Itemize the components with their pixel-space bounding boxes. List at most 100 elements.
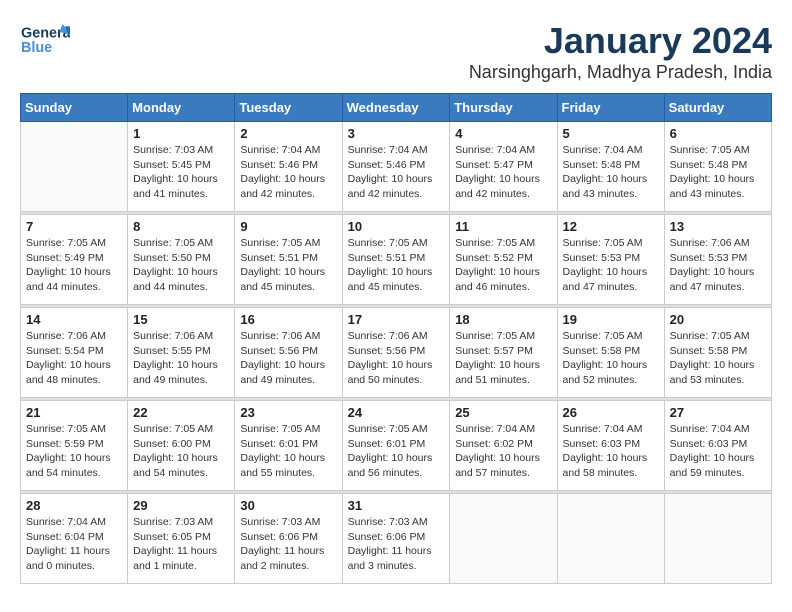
day-number: 24 xyxy=(348,405,445,420)
page-header: General Blue January 2024 Narsinghgarh, … xyxy=(20,20,772,83)
calendar-week-row: 28 Sunrise: 7:04 AMSunset: 6:04 PMDaylig… xyxy=(21,494,772,584)
cell-info: Sunrise: 7:05 AMSunset: 5:59 PMDaylight:… xyxy=(26,422,122,481)
table-row: 23 Sunrise: 7:05 AMSunset: 6:01 PMDaylig… xyxy=(235,401,342,491)
day-number: 17 xyxy=(348,312,445,327)
day-number: 7 xyxy=(26,219,122,234)
day-number: 31 xyxy=(348,498,445,513)
calendar-title: January 2024 xyxy=(469,20,772,62)
table-row: 4 Sunrise: 7:04 AMSunset: 5:47 PMDayligh… xyxy=(450,122,557,212)
cell-info: Sunrise: 7:05 AMSunset: 5:50 PMDaylight:… xyxy=(133,236,229,295)
day-number: 19 xyxy=(563,312,659,327)
day-number: 10 xyxy=(348,219,445,234)
day-number: 22 xyxy=(133,405,229,420)
cell-info: Sunrise: 7:05 AMSunset: 5:51 PMDaylight:… xyxy=(348,236,445,295)
cell-info: Sunrise: 7:05 AMSunset: 5:52 PMDaylight:… xyxy=(455,236,551,295)
table-row xyxy=(450,494,557,584)
day-number: 14 xyxy=(26,312,122,327)
table-row: 8 Sunrise: 7:05 AMSunset: 5:50 PMDayligh… xyxy=(128,215,235,305)
cell-info: Sunrise: 7:04 AMSunset: 6:03 PMDaylight:… xyxy=(563,422,659,481)
table-row xyxy=(664,494,771,584)
table-row: 7 Sunrise: 7:05 AMSunset: 5:49 PMDayligh… xyxy=(21,215,128,305)
table-row xyxy=(557,494,664,584)
day-number: 3 xyxy=(348,126,445,141)
calendar-week-row: 7 Sunrise: 7:05 AMSunset: 5:49 PMDayligh… xyxy=(21,215,772,305)
table-row: 21 Sunrise: 7:05 AMSunset: 5:59 PMDaylig… xyxy=(21,401,128,491)
day-number: 12 xyxy=(563,219,659,234)
table-row: 25 Sunrise: 7:04 AMSunset: 6:02 PMDaylig… xyxy=(450,401,557,491)
logo-icon: General Blue xyxy=(20,20,70,60)
day-number: 8 xyxy=(133,219,229,234)
table-row: 6 Sunrise: 7:05 AMSunset: 5:48 PMDayligh… xyxy=(664,122,771,212)
table-row: 28 Sunrise: 7:04 AMSunset: 6:04 PMDaylig… xyxy=(21,494,128,584)
cell-info: Sunrise: 7:06 AMSunset: 5:53 PMDaylight:… xyxy=(670,236,766,295)
day-number: 29 xyxy=(133,498,229,513)
cell-info: Sunrise: 7:04 AMSunset: 6:04 PMDaylight:… xyxy=(26,515,122,574)
day-number: 20 xyxy=(670,312,766,327)
cell-info: Sunrise: 7:03 AMSunset: 5:45 PMDaylight:… xyxy=(133,143,229,202)
table-row: 16 Sunrise: 7:06 AMSunset: 5:56 PMDaylig… xyxy=(235,308,342,398)
cell-info: Sunrise: 7:06 AMSunset: 5:56 PMDaylight:… xyxy=(348,329,445,388)
table-row: 11 Sunrise: 7:05 AMSunset: 5:52 PMDaylig… xyxy=(450,215,557,305)
cell-info: Sunrise: 7:06 AMSunset: 5:56 PMDaylight:… xyxy=(240,329,336,388)
table-row: 30 Sunrise: 7:03 AMSunset: 6:06 PMDaylig… xyxy=(235,494,342,584)
cell-info: Sunrise: 7:05 AMSunset: 5:49 PMDaylight:… xyxy=(26,236,122,295)
calendar-header-row: Sunday Monday Tuesday Wednesday Thursday… xyxy=(21,94,772,122)
day-number: 28 xyxy=(26,498,122,513)
cell-info: Sunrise: 7:05 AMSunset: 6:01 PMDaylight:… xyxy=(240,422,336,481)
table-row: 26 Sunrise: 7:04 AMSunset: 6:03 PMDaylig… xyxy=(557,401,664,491)
day-number: 11 xyxy=(455,219,551,234)
day-number: 13 xyxy=(670,219,766,234)
day-number: 15 xyxy=(133,312,229,327)
cell-info: Sunrise: 7:03 AMSunset: 6:06 PMDaylight:… xyxy=(240,515,336,574)
table-row: 5 Sunrise: 7:04 AMSunset: 5:48 PMDayligh… xyxy=(557,122,664,212)
svg-text:Blue: Blue xyxy=(21,40,52,56)
cell-info: Sunrise: 7:05 AMSunset: 5:53 PMDaylight:… xyxy=(563,236,659,295)
table-row: 31 Sunrise: 7:03 AMSunset: 6:06 PMDaylig… xyxy=(342,494,450,584)
cell-info: Sunrise: 7:05 AMSunset: 5:58 PMDaylight:… xyxy=(563,329,659,388)
table-row: 2 Sunrise: 7:04 AMSunset: 5:46 PMDayligh… xyxy=(235,122,342,212)
day-number: 26 xyxy=(563,405,659,420)
table-row: 1 Sunrise: 7:03 AMSunset: 5:45 PMDayligh… xyxy=(128,122,235,212)
cell-info: Sunrise: 7:03 AMSunset: 6:06 PMDaylight:… xyxy=(348,515,445,574)
header-saturday: Saturday xyxy=(664,94,771,122)
day-number: 4 xyxy=(455,126,551,141)
calendar-week-row: 14 Sunrise: 7:06 AMSunset: 5:54 PMDaylig… xyxy=(21,308,772,398)
day-number: 9 xyxy=(240,219,336,234)
table-row: 3 Sunrise: 7:04 AMSunset: 5:46 PMDayligh… xyxy=(342,122,450,212)
cell-info: Sunrise: 7:05 AMSunset: 5:58 PMDaylight:… xyxy=(670,329,766,388)
cell-info: Sunrise: 7:04 AMSunset: 5:47 PMDaylight:… xyxy=(455,143,551,202)
day-number: 1 xyxy=(133,126,229,141)
day-number: 6 xyxy=(670,126,766,141)
cell-info: Sunrise: 7:05 AMSunset: 6:00 PMDaylight:… xyxy=(133,422,229,481)
cell-info: Sunrise: 7:05 AMSunset: 5:51 PMDaylight:… xyxy=(240,236,336,295)
day-number: 25 xyxy=(455,405,551,420)
day-number: 30 xyxy=(240,498,336,513)
cell-info: Sunrise: 7:04 AMSunset: 6:02 PMDaylight:… xyxy=(455,422,551,481)
table-row: 19 Sunrise: 7:05 AMSunset: 5:58 PMDaylig… xyxy=(557,308,664,398)
table-row: 20 Sunrise: 7:05 AMSunset: 5:58 PMDaylig… xyxy=(664,308,771,398)
cell-info: Sunrise: 7:04 AMSunset: 5:46 PMDaylight:… xyxy=(348,143,445,202)
cell-info: Sunrise: 7:04 AMSunset: 5:48 PMDaylight:… xyxy=(563,143,659,202)
day-number: 21 xyxy=(26,405,122,420)
table-row: 29 Sunrise: 7:03 AMSunset: 6:05 PMDaylig… xyxy=(128,494,235,584)
day-number: 16 xyxy=(240,312,336,327)
cell-info: Sunrise: 7:06 AMSunset: 5:55 PMDaylight:… xyxy=(133,329,229,388)
title-section: January 2024 Narsinghgarh, Madhya Prades… xyxy=(469,20,772,83)
calendar-table: Sunday Monday Tuesday Wednesday Thursday… xyxy=(20,93,772,584)
day-number: 2 xyxy=(240,126,336,141)
table-row: 22 Sunrise: 7:05 AMSunset: 6:00 PMDaylig… xyxy=(128,401,235,491)
table-row: 15 Sunrise: 7:06 AMSunset: 5:55 PMDaylig… xyxy=(128,308,235,398)
calendar-week-row: 21 Sunrise: 7:05 AMSunset: 5:59 PMDaylig… xyxy=(21,401,772,491)
calendar-week-row: 1 Sunrise: 7:03 AMSunset: 5:45 PMDayligh… xyxy=(21,122,772,212)
table-row: 10 Sunrise: 7:05 AMSunset: 5:51 PMDaylig… xyxy=(342,215,450,305)
cell-info: Sunrise: 7:05 AMSunset: 5:48 PMDaylight:… xyxy=(670,143,766,202)
header-sunday: Sunday xyxy=(21,94,128,122)
header-monday: Monday xyxy=(128,94,235,122)
table-row xyxy=(21,122,128,212)
day-number: 23 xyxy=(240,405,336,420)
day-number: 27 xyxy=(670,405,766,420)
table-row: 12 Sunrise: 7:05 AMSunset: 5:53 PMDaylig… xyxy=(557,215,664,305)
table-row: 14 Sunrise: 7:06 AMSunset: 5:54 PMDaylig… xyxy=(21,308,128,398)
table-row: 24 Sunrise: 7:05 AMSunset: 6:01 PMDaylig… xyxy=(342,401,450,491)
calendar-subtitle: Narsinghgarh, Madhya Pradesh, India xyxy=(469,62,772,83)
